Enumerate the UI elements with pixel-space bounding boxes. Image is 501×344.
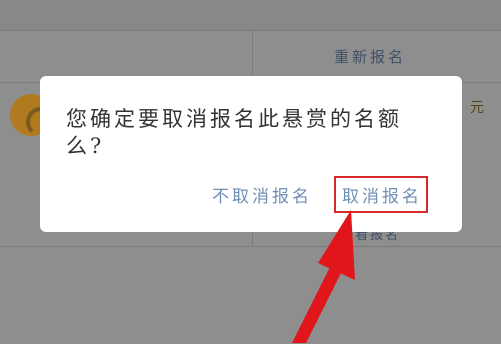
currency-suffix: 元 [470,100,484,116]
header-bar [0,0,501,30]
reenroll-link[interactable]: 重新报名 [334,46,406,67]
confirm-dialog: 您确定要取消报名此悬赏的名额么? 不取消报名 取消报名 [40,76,462,232]
cancel-enrollment-button[interactable]: 取消报名 [334,176,428,213]
row-divider [252,30,253,82]
keep-enrollment-button[interactable]: 不取消报名 [212,182,312,207]
empty-row [0,246,501,344]
dialog-actions: 不取消报名 取消报名 [212,176,428,213]
dialog-message: 您确定要取消报名此悬赏的名额么? [66,107,402,158]
